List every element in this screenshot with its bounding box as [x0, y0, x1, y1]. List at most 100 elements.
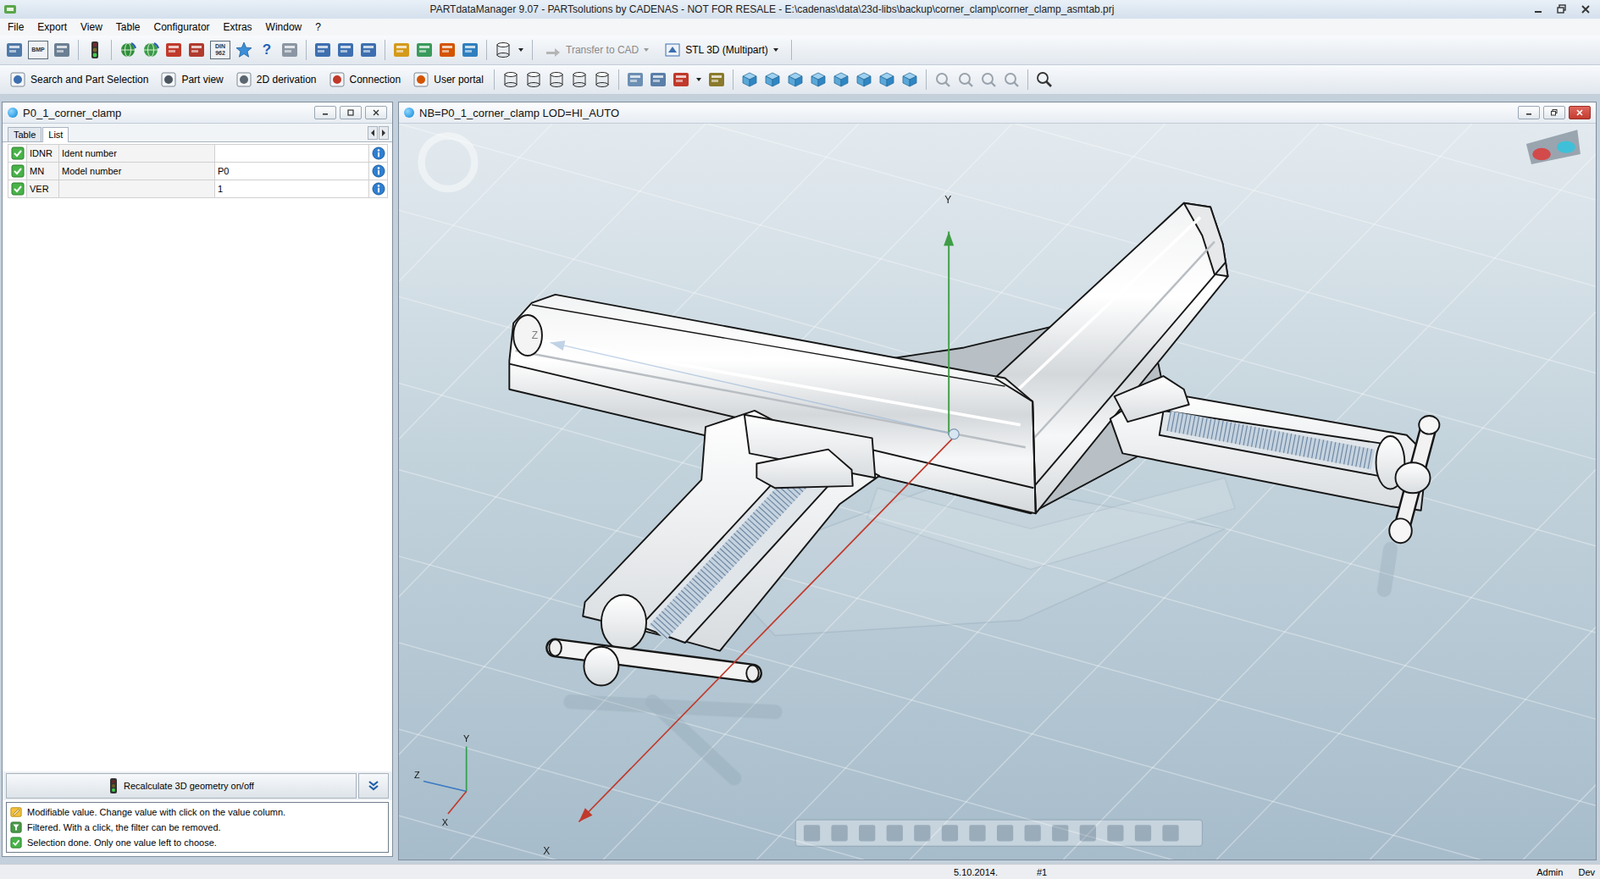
split-view-icon[interactable] — [359, 40, 378, 60]
menu-item[interactable]: Export — [30, 19, 74, 35]
3d-viewport[interactable]: YZXYZX — [398, 123, 1596, 860]
minimize-button[interactable] — [1517, 105, 1540, 120]
close-button[interactable] — [365, 105, 388, 120]
nav-button[interactable]: 2D derivation — [231, 67, 321, 92]
menu-item[interactable]: File — [0, 19, 31, 35]
toolbar-button[interactable]: STL 3D (Multipart) — [658, 38, 785, 62]
overlay-tool-icon[interactable] — [1051, 824, 1069, 842]
value-cell[interactable]: 1 — [215, 180, 370, 199]
magnifier-icon[interactable] — [1035, 70, 1054, 89]
view-cube-icon[interactable] — [763, 70, 782, 89]
expand-button[interactable] — [358, 773, 389, 799]
database-icon[interactable] — [592, 70, 612, 89]
pdf-icon[interactable] — [164, 40, 183, 60]
zoom-icon[interactable] — [979, 70, 998, 89]
overlay-tool-icon[interactable] — [913, 824, 931, 842]
pointer-icon[interactable] — [707, 70, 726, 89]
overlay-tool-icon[interactable] — [968, 824, 986, 842]
menu-item[interactable]: ? — [308, 19, 328, 35]
measure-icon[interactable] — [625, 70, 645, 89]
view-cube-icon[interactable] — [740, 70, 759, 89]
tab[interactable]: Table — [7, 127, 42, 142]
overlay-toolbar[interactable] — [795, 819, 1202, 847]
recalculate-button[interactable]: Recalculate 3D geometry on/off — [5, 773, 357, 799]
database-icon[interactable] — [524, 70, 543, 89]
zoom-window-icon[interactable] — [1002, 70, 1021, 89]
overlay-tool-icon[interactable] — [941, 824, 958, 842]
delete-icon[interactable] — [671, 70, 691, 89]
scene-canvas[interactable]: YZXYZX — [398, 123, 1596, 860]
restore-button[interactable] — [1543, 105, 1566, 120]
view-cube-icon[interactable] — [877, 70, 897, 89]
parameter-row[interactable]: VER1 — [8, 180, 388, 199]
menu-item[interactable]: Window — [259, 19, 310, 35]
pan-icon[interactable] — [956, 70, 975, 89]
pdf-export-icon[interactable] — [187, 40, 206, 60]
menu-item[interactable]: Extras — [216, 19, 260, 35]
view-cube-icon[interactable] — [900, 70, 920, 89]
globe-refresh-icon[interactable] — [118, 40, 138, 60]
minimize-icon[interactable] — [1527, 1, 1550, 17]
table-icon[interactable] — [5, 40, 24, 60]
structure-icon[interactable] — [437, 40, 457, 60]
favorite-star-icon[interactable] — [234, 40, 254, 60]
nav-button[interactable]: Connection — [324, 67, 405, 92]
overlay-tool-icon[interactable] — [858, 824, 875, 842]
overlay-tool-icon[interactable] — [830, 824, 848, 842]
value-cell[interactable]: P0 — [215, 162, 370, 181]
assembly-icon[interactable] — [392, 40, 411, 60]
parameter-row[interactable]: IDNRIdent number — [8, 144, 388, 163]
view-cube-icon[interactable] — [808, 70, 828, 89]
settings-cylinder-icon[interactable] — [493, 40, 513, 60]
close-icon[interactable] — [1574, 1, 1597, 17]
table-view-icon[interactable] — [313, 40, 333, 60]
overlay-tool-icon[interactable] — [1024, 824, 1041, 842]
parameter-row[interactable]: MNModel numberP0 — [8, 162, 388, 181]
dropdown-arrow-icon[interactable] — [516, 40, 526, 60]
database-icon[interactable] — [570, 70, 589, 89]
close-button[interactable] — [1568, 105, 1591, 120]
overlay-tool-icon[interactable] — [803, 824, 820, 842]
nav-button[interactable]: Search and Part Selection — [5, 67, 152, 92]
bmp-export-icon[interactable]: BMP — [27, 40, 49, 60]
nav-button[interactable]: User portal — [408, 67, 488, 92]
menu-item[interactable]: View — [73, 19, 110, 35]
menu-item[interactable]: Configurator — [147, 19, 217, 35]
variant-icon[interactable] — [415, 40, 434, 60]
info-cell[interactable] — [369, 144, 388, 163]
info-cell[interactable] — [369, 162, 388, 181]
scroll-right-icon[interactable] — [378, 126, 389, 140]
view-cube-icon[interactable] — [786, 70, 805, 89]
minimize-button[interactable] — [314, 105, 337, 120]
overlay-tool-icon[interactable] — [1079, 824, 1097, 842]
overlay-tool-icon[interactable] — [1162, 824, 1179, 842]
restore-icon[interactable] — [1550, 1, 1573, 17]
view-cube-icon[interactable] — [854, 70, 874, 89]
corner-clamp-model[interactable] — [509, 203, 1440, 687]
maximize-button[interactable] — [339, 105, 362, 120]
close-view-icon[interactable] — [280, 40, 299, 60]
anaglyph-glasses-icon[interactable] — [1526, 129, 1581, 165]
tools-icon[interactable] — [460, 40, 480, 60]
list-view-icon[interactable] — [336, 40, 355, 60]
overlay-tool-icon[interactable] — [1107, 824, 1124, 842]
dropdown-arrow-icon[interactable] — [694, 70, 704, 89]
rotate-icon[interactable] — [933, 70, 953, 89]
database-icon[interactable] — [547, 70, 566, 89]
din-standard-icon[interactable]: DIN962 — [210, 40, 231, 60]
help-icon[interactable]: ? — [257, 41, 277, 59]
database-icon[interactable] — [501, 70, 521, 89]
toolbar-button[interactable]: Transfer to CAD — [539, 38, 655, 62]
overlay-tool-icon[interactable] — [996, 824, 1014, 842]
scroll-left-icon[interactable] — [367, 126, 378, 140]
menu-item[interactable]: Table — [109, 19, 148, 35]
globe-icon[interactable] — [141, 40, 161, 60]
overlay-tool-icon[interactable] — [1134, 824, 1152, 842]
layers-icon[interactable] — [648, 70, 668, 89]
value-cell[interactable] — [215, 144, 370, 163]
nav-button[interactable]: Part view — [155, 67, 227, 92]
tab[interactable]: List — [42, 127, 69, 143]
info-cell[interactable] — [369, 180, 388, 199]
view-cube-icon[interactable] — [831, 70, 851, 89]
traffic-light-icon[interactable] — [85, 40, 105, 60]
